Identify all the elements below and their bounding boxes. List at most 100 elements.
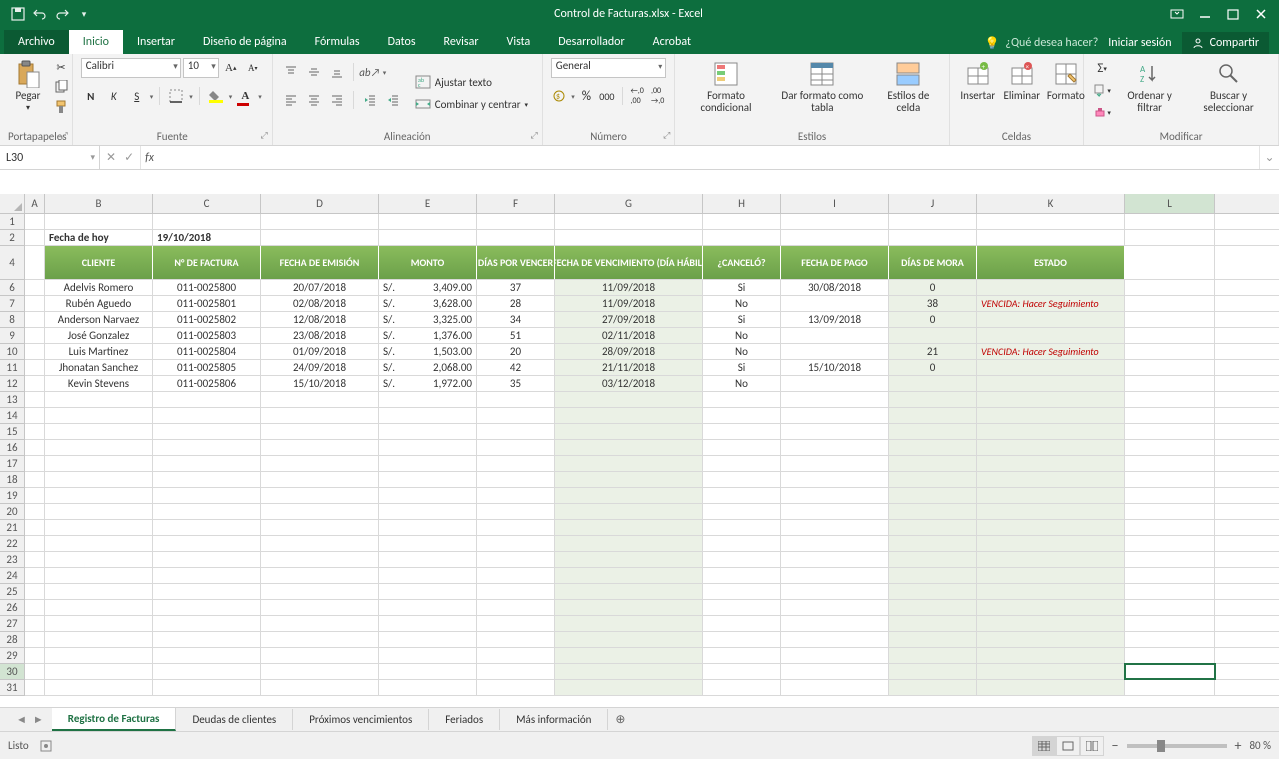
dialog-launcher-icon[interactable]: ⤢ bbox=[531, 130, 538, 141]
cell[interactable] bbox=[379, 440, 477, 455]
cell[interactable] bbox=[153, 536, 261, 551]
cell[interactable] bbox=[379, 664, 477, 679]
cell[interactable] bbox=[889, 424, 977, 439]
maximize-icon[interactable] bbox=[1221, 2, 1245, 26]
cell[interactable]: S/.3,325.00 bbox=[379, 312, 477, 327]
cell[interactable]: 0 bbox=[889, 312, 977, 327]
ribbon-options-icon[interactable] bbox=[1165, 2, 1189, 26]
cell[interactable] bbox=[25, 648, 45, 663]
cell[interactable] bbox=[45, 408, 153, 423]
cell[interactable] bbox=[25, 472, 45, 487]
cell[interactable] bbox=[25, 214, 45, 229]
cell[interactable] bbox=[477, 230, 555, 245]
cell[interactable]: 28 bbox=[477, 296, 555, 311]
cell[interactable] bbox=[1125, 664, 1215, 679]
cell[interactable] bbox=[781, 408, 889, 423]
cell[interactable] bbox=[25, 424, 45, 439]
col-header[interactable]: A bbox=[25, 194, 45, 213]
cell[interactable] bbox=[889, 328, 977, 343]
zoom-thumb[interactable] bbox=[1157, 740, 1165, 752]
cell[interactable] bbox=[25, 552, 45, 567]
cell[interactable] bbox=[781, 632, 889, 647]
cell[interactable] bbox=[25, 456, 45, 471]
cell[interactable] bbox=[977, 456, 1125, 471]
bold-button[interactable]: N bbox=[81, 86, 101, 106]
tab-insert[interactable]: Insertar bbox=[123, 30, 189, 54]
cell[interactable]: 03/12/2018 bbox=[555, 376, 703, 391]
cell[interactable] bbox=[1125, 280, 1215, 295]
autosum-icon[interactable]: Σ▾ bbox=[1092, 58, 1112, 78]
table-header[interactable]: FECHA DE EMISIÓN bbox=[261, 246, 379, 279]
cell[interactable] bbox=[25, 392, 45, 407]
col-header[interactable]: D bbox=[261, 194, 379, 213]
number-format-select[interactable]: General bbox=[551, 58, 667, 78]
col-header[interactable]: L bbox=[1125, 194, 1215, 213]
cell[interactable] bbox=[555, 214, 703, 229]
row-header[interactable]: 26 bbox=[0, 600, 25, 616]
cell[interactable] bbox=[25, 616, 45, 631]
cell[interactable] bbox=[703, 520, 781, 535]
cell[interactable] bbox=[1125, 680, 1215, 695]
cell[interactable] bbox=[153, 504, 261, 519]
cell[interactable] bbox=[555, 680, 703, 695]
zoom-out-icon[interactable]: − bbox=[1112, 737, 1119, 754]
row-header[interactable]: 15 bbox=[0, 424, 25, 440]
align-bottom-icon[interactable] bbox=[327, 62, 347, 82]
cell[interactable] bbox=[261, 440, 379, 455]
chevron-down-icon[interactable]: ▾ bbox=[571, 92, 575, 101]
cell[interactable] bbox=[703, 680, 781, 695]
sheet-tab-proximos[interactable]: Próximos vencimientos bbox=[293, 709, 429, 730]
border-icon[interactable] bbox=[166, 86, 186, 106]
delete-cells-button[interactable]: × Eliminar bbox=[1002, 58, 1042, 104]
cell[interactable] bbox=[977, 360, 1125, 375]
name-box[interactable]: L30 bbox=[0, 146, 100, 169]
cell[interactable] bbox=[1125, 246, 1215, 279]
cell[interactable] bbox=[555, 648, 703, 663]
cell[interactable] bbox=[261, 456, 379, 471]
row-header[interactable]: 8 bbox=[0, 312, 25, 328]
cell[interactable] bbox=[977, 230, 1125, 245]
cell[interactable]: 02/11/2018 bbox=[555, 328, 703, 343]
cell[interactable] bbox=[477, 552, 555, 567]
cell[interactable]: S/.2,068.00 bbox=[379, 360, 477, 375]
cell[interactable] bbox=[25, 296, 45, 311]
row-header[interactable]: 16 bbox=[0, 440, 25, 456]
cell[interactable] bbox=[1125, 520, 1215, 535]
cell[interactable] bbox=[1125, 504, 1215, 519]
cell[interactable] bbox=[781, 536, 889, 551]
cell[interactable]: Si bbox=[703, 360, 781, 375]
tab-home[interactable]: Inicio bbox=[69, 30, 123, 54]
align-center-icon[interactable] bbox=[304, 90, 324, 110]
cell[interactable] bbox=[261, 680, 379, 695]
cell[interactable] bbox=[153, 440, 261, 455]
cell[interactable] bbox=[781, 552, 889, 567]
row-header[interactable]: 4 bbox=[0, 246, 25, 280]
cell[interactable] bbox=[477, 504, 555, 519]
cell[interactable]: 23/08/2018 bbox=[261, 328, 379, 343]
cell[interactable] bbox=[977, 488, 1125, 503]
cell[interactable]: 42 bbox=[477, 360, 555, 375]
cell[interactable] bbox=[261, 424, 379, 439]
dialog-launcher-icon[interactable]: ⤢ bbox=[61, 130, 68, 141]
cell[interactable]: Rubén Aguedo bbox=[45, 296, 153, 311]
cell[interactable] bbox=[781, 504, 889, 519]
row-header[interactable]: 6 bbox=[0, 280, 25, 296]
table-header[interactable]: FECHA DE PAGO bbox=[781, 246, 889, 279]
cell[interactable] bbox=[977, 280, 1125, 295]
cell[interactable] bbox=[889, 664, 977, 679]
wrap-text-button[interactable]: abc Ajustar texto bbox=[411, 73, 532, 91]
cell[interactable]: VENCIDA: Hacer Seguimiento bbox=[977, 296, 1125, 311]
cell[interactable] bbox=[703, 214, 781, 229]
cell[interactable] bbox=[1125, 584, 1215, 599]
cell[interactable] bbox=[1125, 472, 1215, 487]
cell[interactable] bbox=[781, 376, 889, 391]
cell[interactable] bbox=[153, 616, 261, 631]
comma-style-icon[interactable]: 000 bbox=[598, 86, 615, 106]
cell[interactable] bbox=[1125, 296, 1215, 311]
row-header[interactable]: 27 bbox=[0, 616, 25, 632]
fill-color-icon[interactable] bbox=[206, 86, 226, 106]
cell[interactable] bbox=[703, 536, 781, 551]
qat-dropdown-icon[interactable]: ▾ bbox=[76, 6, 92, 22]
cell[interactable] bbox=[1125, 616, 1215, 631]
cell[interactable] bbox=[153, 664, 261, 679]
